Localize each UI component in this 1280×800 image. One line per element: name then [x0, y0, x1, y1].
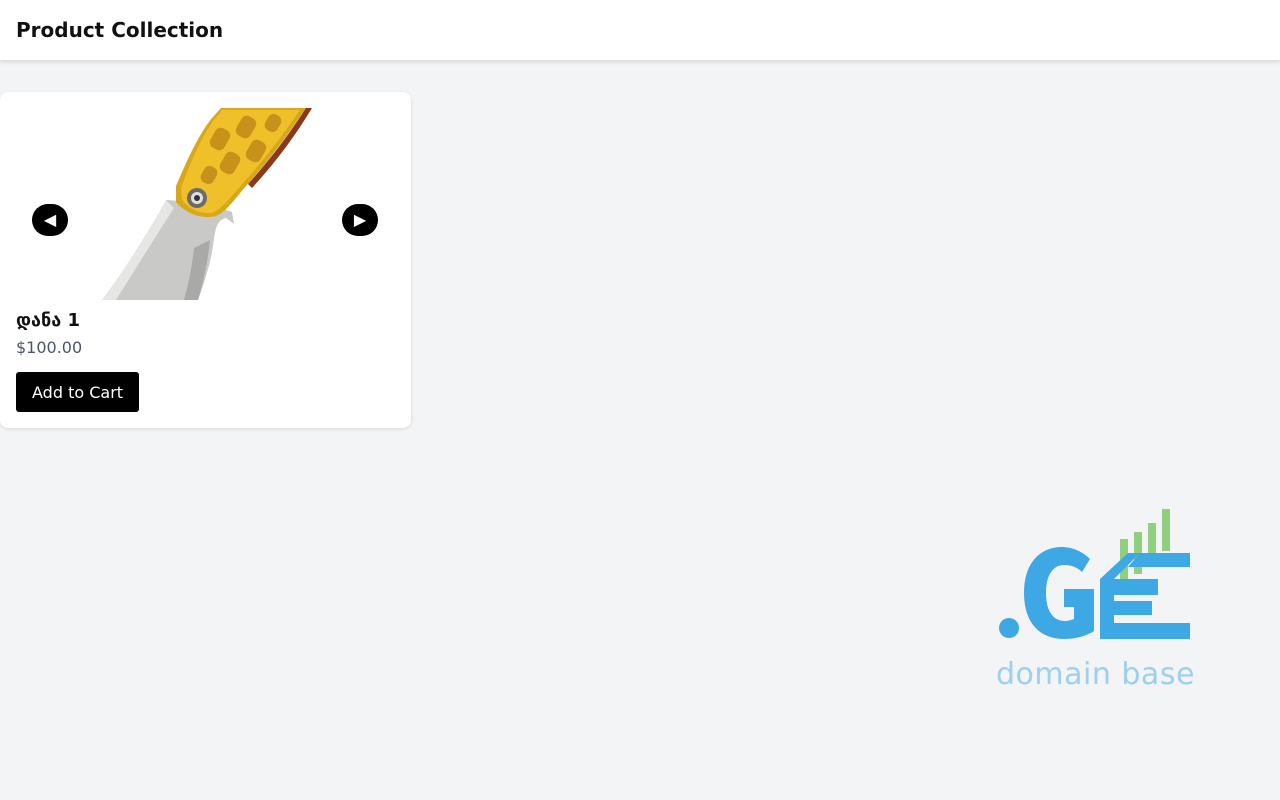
product-image-carousel: [16, 108, 395, 300]
arrow-right-icon: ▶: [353, 210, 367, 229]
carousel-prev-button[interactable]: ◀: [32, 204, 68, 236]
domain-base-logo: domain base: [990, 505, 1200, 700]
add-to-cart-button[interactable]: Add to Cart: [16, 372, 140, 412]
product-card: ◀ ▶ დანა 1 $100.00 Add to Cart: [0, 92, 411, 428]
carousel-next-button[interactable]: ▶: [342, 204, 378, 236]
product-price: $100.00: [16, 338, 83, 357]
arrow-left-icon: ◀: [43, 210, 57, 229]
folding-knife-image: [102, 108, 312, 300]
page-title: Product Collection: [16, 18, 224, 42]
top-bar: Product Collection: [0, 0, 1280, 60]
product-name: დანა 1: [16, 310, 80, 331]
logo-tagline: domain base: [996, 657, 1195, 692]
ge-logo-icon: [999, 509, 1190, 639]
